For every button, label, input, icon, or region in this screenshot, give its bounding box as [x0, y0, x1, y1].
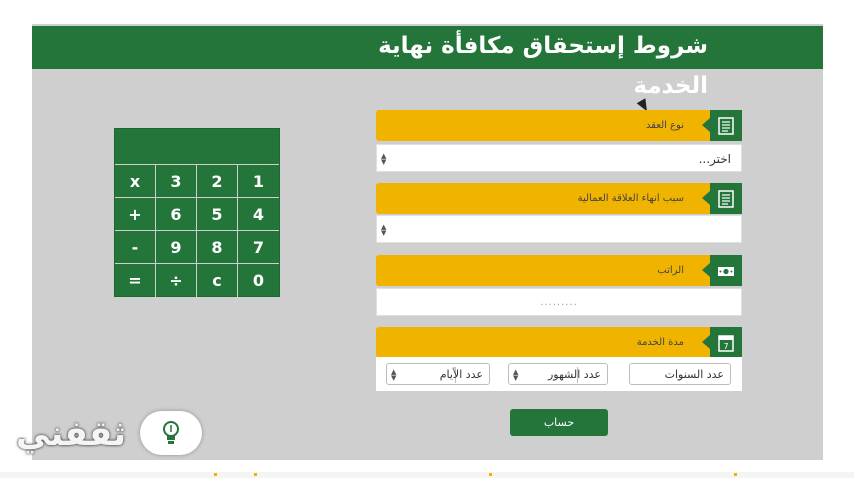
select-arrows-icon: ▲ ▼ — [381, 223, 387, 237]
lightbulb-icon — [163, 421, 179, 444]
document-icon — [718, 117, 734, 135]
calc-key-divide[interactable]: ÷ — [156, 264, 197, 297]
bottom-progress-strip — [0, 472, 854, 478]
days-label: عدد الأيام — [439, 368, 483, 381]
years-input[interactable]: عدد السنوات — [629, 363, 731, 385]
contract-type-header: نوع العقد — [376, 110, 742, 141]
screen: شروط إستحقاق مكافأة نهاية الخدمة x 3 2 1… — [0, 0, 854, 478]
calc-key-5[interactable]: 5 — [197, 198, 238, 231]
months-select[interactable]: ▲ ▼ عدد الشهور — [508, 363, 608, 385]
calc-key-7[interactable]: 7 — [238, 231, 279, 264]
service-icon-box: 7 — [710, 327, 742, 358]
select-arrows-icon: ▲ ▼ — [391, 368, 397, 382]
salary-label: الراتب — [657, 265, 684, 276]
select-arrows-icon: ▲ ▼ — [381, 152, 387, 166]
calc-key-6[interactable]: 6 — [156, 198, 197, 231]
contract-type-value: اختر... — [698, 152, 731, 166]
calculator: x 3 2 1 + 6 5 4 - 9 8 7 = ÷ c 0 — [114, 128, 280, 297]
contract-icon-box — [710, 110, 742, 141]
svg-text:7: 7 — [723, 342, 728, 351]
page-title: شروط إستحقاق مكافأة نهاية الخدمة — [378, 33, 708, 99]
contract-type-label: نوع العقد — [645, 120, 684, 131]
document-icon — [718, 190, 734, 208]
calc-key-2[interactable]: 2 — [197, 165, 238, 198]
salary-placeholder: ......... — [540, 297, 578, 308]
calc-key-1[interactable]: 1 — [238, 165, 279, 198]
calc-key-4[interactable]: 4 — [238, 198, 279, 231]
money-icon — [718, 267, 734, 276]
service-period-label: مدة الخدمة — [636, 337, 684, 348]
salary-input[interactable]: ......... — [376, 288, 742, 316]
calc-key-minus[interactable]: - — [115, 231, 156, 264]
calc-key-3[interactable]: 3 — [156, 165, 197, 198]
years-label: عدد السنوات — [664, 368, 724, 381]
service-period-header: مدة الخدمة 7 — [376, 327, 742, 358]
termination-icon-box — [710, 183, 742, 214]
calc-key-plus[interactable]: + — [115, 198, 156, 231]
calculate-button[interactable]: حساب — [510, 409, 608, 436]
salary-header: الراتب — [376, 255, 742, 286]
calc-key-9[interactable]: 9 — [156, 231, 197, 264]
calc-key-clear[interactable]: c — [197, 264, 238, 297]
calc-key-8[interactable]: 8 — [197, 231, 238, 264]
termination-reason-select[interactable]: ▲ ▼ — [376, 215, 742, 243]
days-select[interactable]: ▲ ▼ عدد الأيام — [386, 363, 490, 385]
termination-reason-header: سبب انهاء العلاقة العمالية — [376, 183, 742, 214]
calc-key-multiply[interactable]: x — [115, 165, 156, 198]
salary-icon-box — [710, 255, 742, 286]
calculator-display — [115, 129, 279, 165]
months-label: عدد الشهور — [547, 368, 601, 381]
select-arrows-icon: ▲ ▼ — [513, 368, 519, 382]
calc-key-0[interactable]: 0 — [238, 264, 279, 297]
calendar-icon: 7 — [718, 335, 734, 352]
contract-type-select[interactable]: ▲ ▼ اختر... — [376, 144, 742, 172]
termination-reason-label: سبب انهاء العلاقة العمالية — [577, 193, 684, 204]
calc-key-equals[interactable]: = — [115, 264, 156, 297]
watermark-brand: ثقفني — [16, 414, 126, 454]
